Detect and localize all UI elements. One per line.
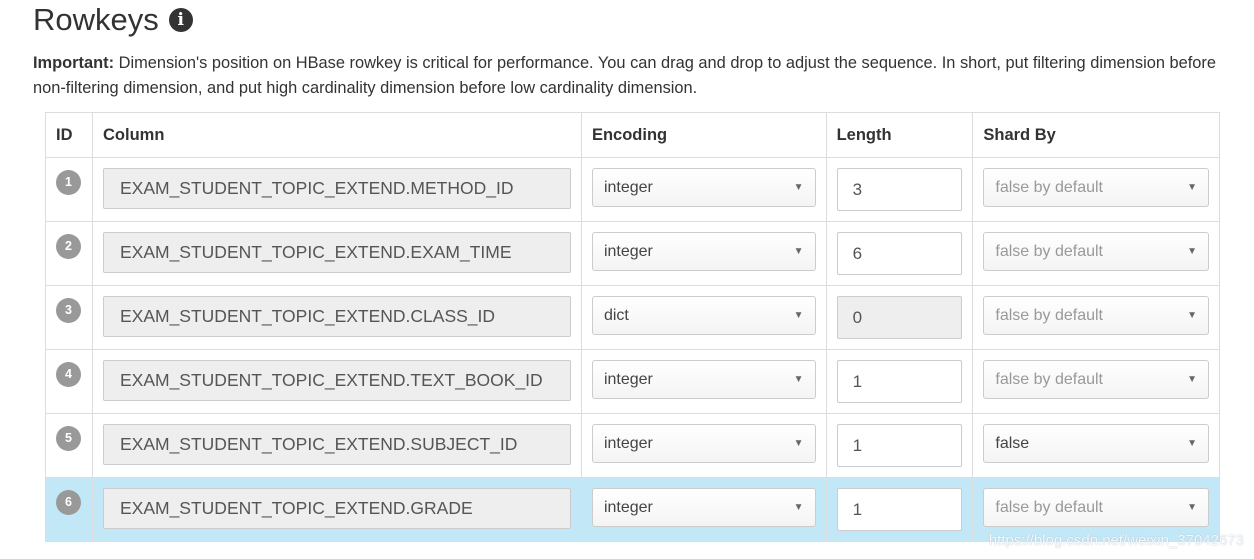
shard-by-select[interactable]: false by default ▼ bbox=[983, 232, 1209, 271]
column-field: EXAM_STUDENT_TOPIC_EXTEND.SUBJECT_ID bbox=[102, 424, 571, 465]
shard-by-value: false by default bbox=[995, 243, 1103, 260]
encoding-select[interactable]: integer ▼ bbox=[591, 360, 816, 399]
row-id-badge: 5 bbox=[56, 426, 81, 451]
caret-down-icon: ▼ bbox=[1187, 502, 1197, 513]
length-input[interactable]: 3 bbox=[836, 168, 963, 211]
caret-down-icon: ▼ bbox=[793, 310, 804, 321]
table-row[interactable]: 2 EXAM_STUDENT_TOPIC_EXTEND.EXAM_TIME in… bbox=[45, 221, 1220, 286]
column-field: EXAM_STUDENT_TOPIC_EXTEND.METHOD_ID bbox=[102, 168, 571, 209]
encoding-select[interactable]: integer ▼ bbox=[591, 488, 816, 527]
encoding-value: integer bbox=[603, 499, 653, 516]
header-length: Length bbox=[825, 112, 974, 158]
column-field: EXAM_STUDENT_TOPIC_EXTEND.TEXT_BOOK_ID bbox=[102, 360, 571, 401]
row-id-badge: 1 bbox=[56, 170, 81, 195]
row-id-badge: 3 bbox=[56, 298, 81, 323]
encoding-value: integer bbox=[603, 179, 653, 196]
note-text: Dimension's position on HBase rowkey is … bbox=[33, 54, 1216, 97]
row-id-badge: 6 bbox=[56, 490, 81, 515]
caret-down-icon: ▼ bbox=[793, 246, 804, 257]
encoding-value: integer bbox=[603, 371, 653, 388]
header-shard-by: Shard By bbox=[972, 112, 1220, 158]
shard-by-value: false bbox=[995, 435, 1030, 452]
info-circle-icon[interactable]: i bbox=[168, 8, 193, 32]
caret-down-icon: ▼ bbox=[793, 502, 804, 513]
caret-down-icon: ▼ bbox=[1187, 374, 1197, 385]
rowkeys-table: ID Column Encoding Length Shard By 1 EXA… bbox=[45, 112, 1220, 542]
row-id-badge: 4 bbox=[56, 362, 81, 387]
column-field: EXAM_STUDENT_TOPIC_EXTEND.CLASS_ID bbox=[102, 296, 571, 337]
important-note: Important: Dimension's position on HBase… bbox=[33, 51, 1248, 101]
table-header-row: ID Column Encoding Length Shard By bbox=[45, 112, 1220, 158]
length-input[interactable]: 1 bbox=[836, 424, 963, 467]
shard-by-value: false by default bbox=[995, 307, 1103, 324]
shard-by-select[interactable]: false by default ▼ bbox=[983, 360, 1209, 399]
table-row[interactable]: 5 EXAM_STUDENT_TOPIC_EXTEND.SUBJECT_ID i… bbox=[45, 413, 1220, 478]
caret-down-icon: ▼ bbox=[793, 438, 804, 449]
header-column: Column bbox=[91, 112, 582, 158]
column-field: EXAM_STUDENT_TOPIC_EXTEND.GRADE bbox=[102, 488, 571, 529]
shard-by-value: false by default bbox=[995, 179, 1103, 196]
caret-down-icon: ▼ bbox=[793, 374, 804, 385]
caret-down-icon: ▼ bbox=[1187, 438, 1197, 449]
shard-by-value: false by default bbox=[995, 371, 1103, 388]
encoding-select[interactable]: integer ▼ bbox=[591, 232, 816, 271]
caret-down-icon: ▼ bbox=[1187, 182, 1197, 193]
shard-by-select[interactable]: false by default ▼ bbox=[983, 488, 1209, 527]
encoding-select[interactable]: dict ▼ bbox=[591, 296, 816, 335]
note-label: Important: bbox=[33, 54, 115, 72]
caret-down-icon: ▼ bbox=[793, 182, 804, 193]
section-title: Rowkeys i bbox=[33, 2, 193, 38]
shard-by-select[interactable]: false ▼ bbox=[983, 424, 1209, 463]
encoding-select[interactable]: integer ▼ bbox=[591, 168, 816, 207]
table-row[interactable]: 3 EXAM_STUDENT_TOPIC_EXTEND.CLASS_ID dic… bbox=[45, 285, 1220, 350]
shard-by-select[interactable]: false by default ▼ bbox=[983, 168, 1209, 207]
page-title: Rowkeys bbox=[33, 2, 159, 37]
watermark: https://blog.csdn.net/weixin_37042673 bbox=[988, 532, 1244, 549]
shard-by-value: false by default bbox=[995, 499, 1103, 516]
encoding-value: dict bbox=[603, 307, 629, 324]
encoding-select[interactable]: integer ▼ bbox=[591, 424, 816, 463]
caret-down-icon: ▼ bbox=[1187, 310, 1197, 321]
encoding-value: integer bbox=[603, 243, 653, 260]
header-id: ID bbox=[45, 112, 93, 158]
column-field: EXAM_STUDENT_TOPIC_EXTEND.EXAM_TIME bbox=[102, 232, 571, 273]
length-input[interactable]: 6 bbox=[836, 232, 963, 275]
encoding-value: integer bbox=[603, 435, 653, 452]
caret-down-icon: ▼ bbox=[1187, 246, 1197, 257]
table-row[interactable]: 1 EXAM_STUDENT_TOPIC_EXTEND.METHOD_ID in… bbox=[45, 157, 1220, 222]
length-input[interactable]: 1 bbox=[836, 488, 963, 531]
table-row[interactable]: 4 EXAM_STUDENT_TOPIC_EXTEND.TEXT_BOOK_ID… bbox=[45, 349, 1220, 414]
length-input: 0 bbox=[836, 296, 963, 339]
header-encoding: Encoding bbox=[580, 112, 827, 158]
length-input[interactable]: 1 bbox=[836, 360, 963, 403]
shard-by-select[interactable]: false by default ▼ bbox=[983, 296, 1209, 335]
row-id-badge: 2 bbox=[56, 234, 81, 259]
